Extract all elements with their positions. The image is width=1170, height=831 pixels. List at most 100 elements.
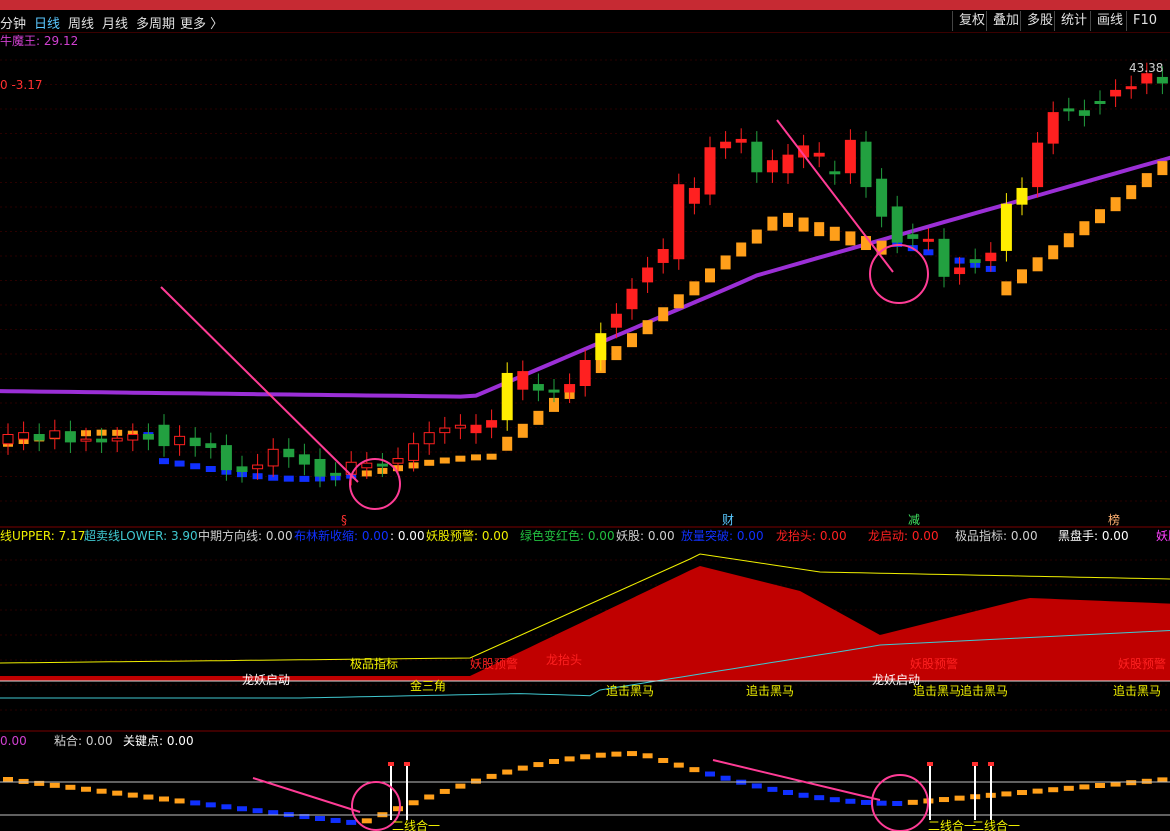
bottom-step-marker [1141, 778, 1152, 784]
bottom-step-marker [502, 769, 513, 775]
event-marker-rank[interactable]: 榜 [1108, 512, 1120, 527]
candle-body [751, 141, 763, 173]
candle-body [1063, 108, 1075, 112]
step-marker [205, 466, 216, 473]
event-marker-finance[interactable]: 财 [722, 513, 734, 527]
bottom-step-marker [81, 786, 91, 792]
candle-body [439, 427, 451, 434]
candle-body [532, 384, 544, 391]
legend-item: 妖股 [1156, 529, 1170, 543]
candle-body [844, 139, 856, 174]
candle-body [1078, 110, 1090, 116]
step-marker [1032, 257, 1043, 272]
candle-body [267, 448, 279, 467]
candle-body [922, 238, 934, 242]
signal-annotation: 追击黑马 [960, 683, 1008, 698]
step-marker [299, 475, 310, 482]
signal-bar-cap [388, 762, 394, 766]
signal-annotation: 二线合一 [392, 818, 440, 831]
signal-annotation: 追击黑马 [746, 683, 794, 698]
bottom-step-marker [455, 783, 466, 789]
candle-body [938, 238, 950, 277]
event-marker-reduce[interactable]: 减 [908, 513, 920, 527]
step-marker [829, 226, 840, 241]
candle-body [1141, 73, 1153, 84]
signal-annotation: 追击黑马 [606, 683, 654, 698]
step-marker [424, 459, 435, 466]
bottom-step-marker [221, 804, 232, 810]
candle-body [579, 360, 591, 386]
signal-bar-cap [988, 762, 994, 766]
bottom-step-marker [907, 799, 918, 805]
bottom-step-marker [237, 806, 247, 812]
step-marker [658, 307, 669, 322]
signal-annotation: 追击黑马 [913, 683, 961, 698]
bottom-step-marker [252, 808, 263, 814]
step-marker [1048, 245, 1059, 260]
candle-body [49, 430, 61, 439]
bottom-step-marker [876, 800, 887, 806]
legend-item: 0.00 [0, 734, 27, 748]
candle-body [33, 434, 45, 441]
candle-body [18, 432, 30, 440]
candle-body [1156, 76, 1168, 84]
step-marker [190, 463, 201, 470]
candle-body [782, 154, 794, 174]
step-marker [751, 229, 762, 244]
bottom-step-marker [783, 789, 793, 795]
event-marker-1[interactable]: § [341, 513, 347, 527]
signal-annotation: 龙抬头 [546, 653, 582, 667]
candle-body [720, 141, 732, 149]
step-marker [1063, 233, 1074, 248]
bottom-step-marker [658, 757, 669, 763]
candle-body [626, 288, 638, 310]
step-marker [486, 453, 497, 460]
step-marker [1126, 185, 1137, 200]
step-marker [798, 217, 809, 232]
candle-body [642, 267, 654, 283]
candle-body [688, 187, 700, 204]
bottom-step-marker [595, 752, 606, 758]
step-marker [471, 454, 481, 461]
step-marker [611, 346, 622, 361]
bottom-step-marker [1048, 787, 1059, 793]
bottom-step-marker [424, 794, 435, 800]
indicator-name-label: 牛魔王: 29.12 [0, 33, 78, 48]
legend-item: 关键点: 0.00 [123, 734, 194, 748]
candle-body [876, 178, 888, 217]
signal-annotation: 金三角 [410, 678, 446, 693]
candle-body [907, 234, 919, 239]
bottom-step-marker [408, 800, 419, 806]
bottom-step-marker [751, 783, 762, 789]
candle-body [595, 333, 607, 361]
stock-chart[interactable]: 牛魔王: 29.12 0 -3.17 43.38 § 财 减 榜 线UPPER:… [0, 0, 1170, 831]
candle-body [298, 454, 310, 465]
signal-annotation: 追击黑马 [1113, 683, 1161, 698]
bottom-step-marker [174, 798, 185, 804]
step-marker [689, 281, 700, 296]
legend-item: 极品指标: 0.00 [955, 528, 1038, 543]
step-marker [283, 475, 294, 482]
step-marker [767, 216, 778, 231]
candle-body [1000, 203, 1012, 251]
candle-body [142, 434, 154, 440]
candle-body [158, 424, 170, 447]
bottom-step-marker [315, 816, 325, 821]
signal-arrow [160, 286, 359, 483]
legend-item: 黑盘手: 0.00 [1058, 528, 1129, 543]
candle-body [189, 437, 201, 447]
legend-item: 超卖线LOWER: 3.90 [84, 528, 198, 543]
candle-body [673, 184, 685, 260]
step-line-layer [3, 161, 1168, 482]
signal-annotation: 妖股预警 [470, 656, 518, 671]
step-marker [159, 458, 169, 465]
step-marker [736, 242, 747, 257]
step-marker [783, 212, 793, 227]
candle-body [564, 384, 576, 393]
signal-annotation: 妖股预警 [1118, 656, 1166, 671]
legend-item: 龙抬头: 0.00 [776, 529, 847, 543]
bottom-step-marker [954, 795, 965, 801]
candle-body [236, 466, 248, 472]
candle-body [376, 463, 388, 467]
step-marker [705, 268, 715, 283]
